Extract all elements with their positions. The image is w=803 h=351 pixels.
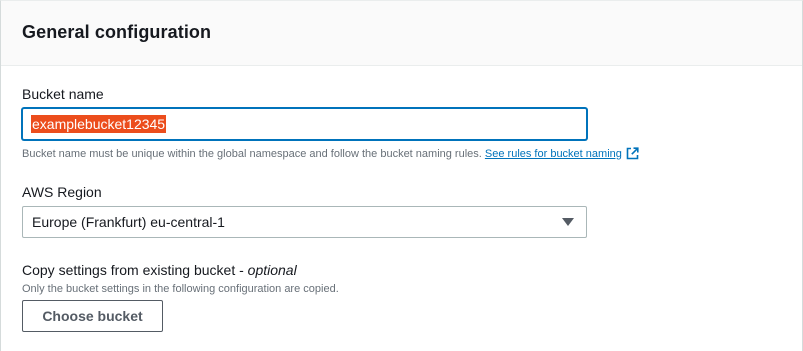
aws-region-selected-value: Europe (Frankfurt) eu-central-1 — [32, 214, 225, 230]
caret-down-icon — [562, 218, 574, 226]
external-link-icon[interactable] — [626, 147, 639, 163]
aws-region-label: AWS Region — [22, 184, 102, 200]
copy-settings-hint: Only the bucket settings in the followin… — [22, 283, 339, 295]
choose-bucket-button[interactable]: Choose bucket — [22, 300, 163, 332]
copy-settings-label: Copy settings from existing bucket - opt… — [22, 262, 297, 278]
bucket-name-hint-text: Bucket name must be unique within the gl… — [22, 148, 482, 160]
copy-settings-label-text: Copy settings from existing bucket - — [22, 262, 248, 278]
optional-label: optional — [247, 262, 297, 278]
panel-header: General configuration — [1, 1, 802, 66]
bucket-name-label: Bucket name — [22, 86, 104, 102]
bucket-name-input[interactable]: examplebucket12345 — [22, 108, 587, 140]
aws-region-select[interactable]: Europe (Frankfurt) eu-central-1 — [22, 206, 587, 238]
general-configuration-panel: General configuration Bucket name exampl… — [0, 0, 803, 351]
bucket-name-value: examplebucket12345 — [31, 115, 167, 133]
panel-title: General configuration — [22, 22, 212, 42]
bucket-naming-rules-link[interactable]: See rules for bucket naming — [485, 148, 622, 160]
bucket-name-hint: Bucket name must be unique within the gl… — [22, 147, 639, 163]
